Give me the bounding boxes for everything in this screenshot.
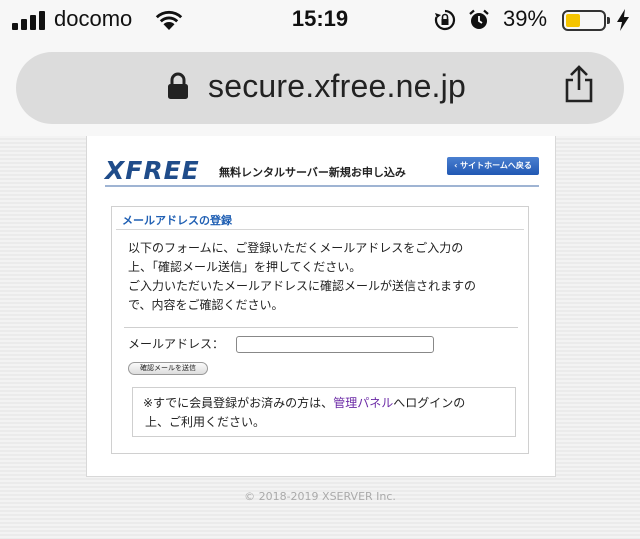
padlock-icon	[168, 72, 188, 99]
email-label: メールアドレス：	[128, 337, 225, 351]
email-registration-form: メールアドレスの登録 以下のフォームに、ご登録いただくメールアドレスをご入力の …	[111, 206, 529, 454]
browser-url-area: secure.xfree.ne.jp	[0, 40, 640, 136]
email-input[interactable]	[236, 336, 434, 353]
page-tagline: 無料レンタルサーバー新規お申し込み	[219, 166, 406, 179]
charging-icon	[617, 9, 629, 31]
back-to-home-button[interactable]: ‹ サイトホームへ戻る	[447, 157, 539, 175]
share-icon[interactable]	[562, 64, 596, 104]
status-bar: docomo 15:19 39%	[0, 0, 640, 40]
content-card: XFREE 無料レンタルサーバー新規お申し込み ‹ サイトホームへ戻る メールア…	[86, 136, 556, 477]
battery-icon	[562, 10, 610, 31]
form-divider	[124, 327, 518, 328]
form-title: メールアドレスの登録	[122, 214, 232, 227]
admin-panel-link[interactable]: 管理パネル	[333, 396, 393, 410]
title-divider	[116, 229, 524, 230]
alarm-icon	[469, 9, 489, 29]
existing-member-notice: ※すでに会員登録がお済みの方は、管理パネルへログインの 上、ご利用ください。	[132, 387, 516, 437]
web-page: XFREE 無料レンタルサーバー新規お申し込み ‹ サイトホームへ戻る メールア…	[0, 136, 640, 539]
send-confirmation-button[interactable]: 確認メールを送信	[128, 362, 208, 375]
header-divider	[105, 185, 539, 187]
copyright-footer: © 2018-2019 XSERVER Inc.	[244, 490, 396, 503]
intro-text: 以下のフォームに、ご登録いただくメールアドレスをご入力の 上、「確認メール送信」…	[128, 241, 477, 312]
rotation-lock-icon	[434, 9, 456, 31]
xfree-logo: XFREE	[105, 156, 200, 185]
url-text[interactable]: secure.xfree.ne.jp	[208, 68, 466, 105]
battery-percent: 39%	[503, 6, 548, 31]
